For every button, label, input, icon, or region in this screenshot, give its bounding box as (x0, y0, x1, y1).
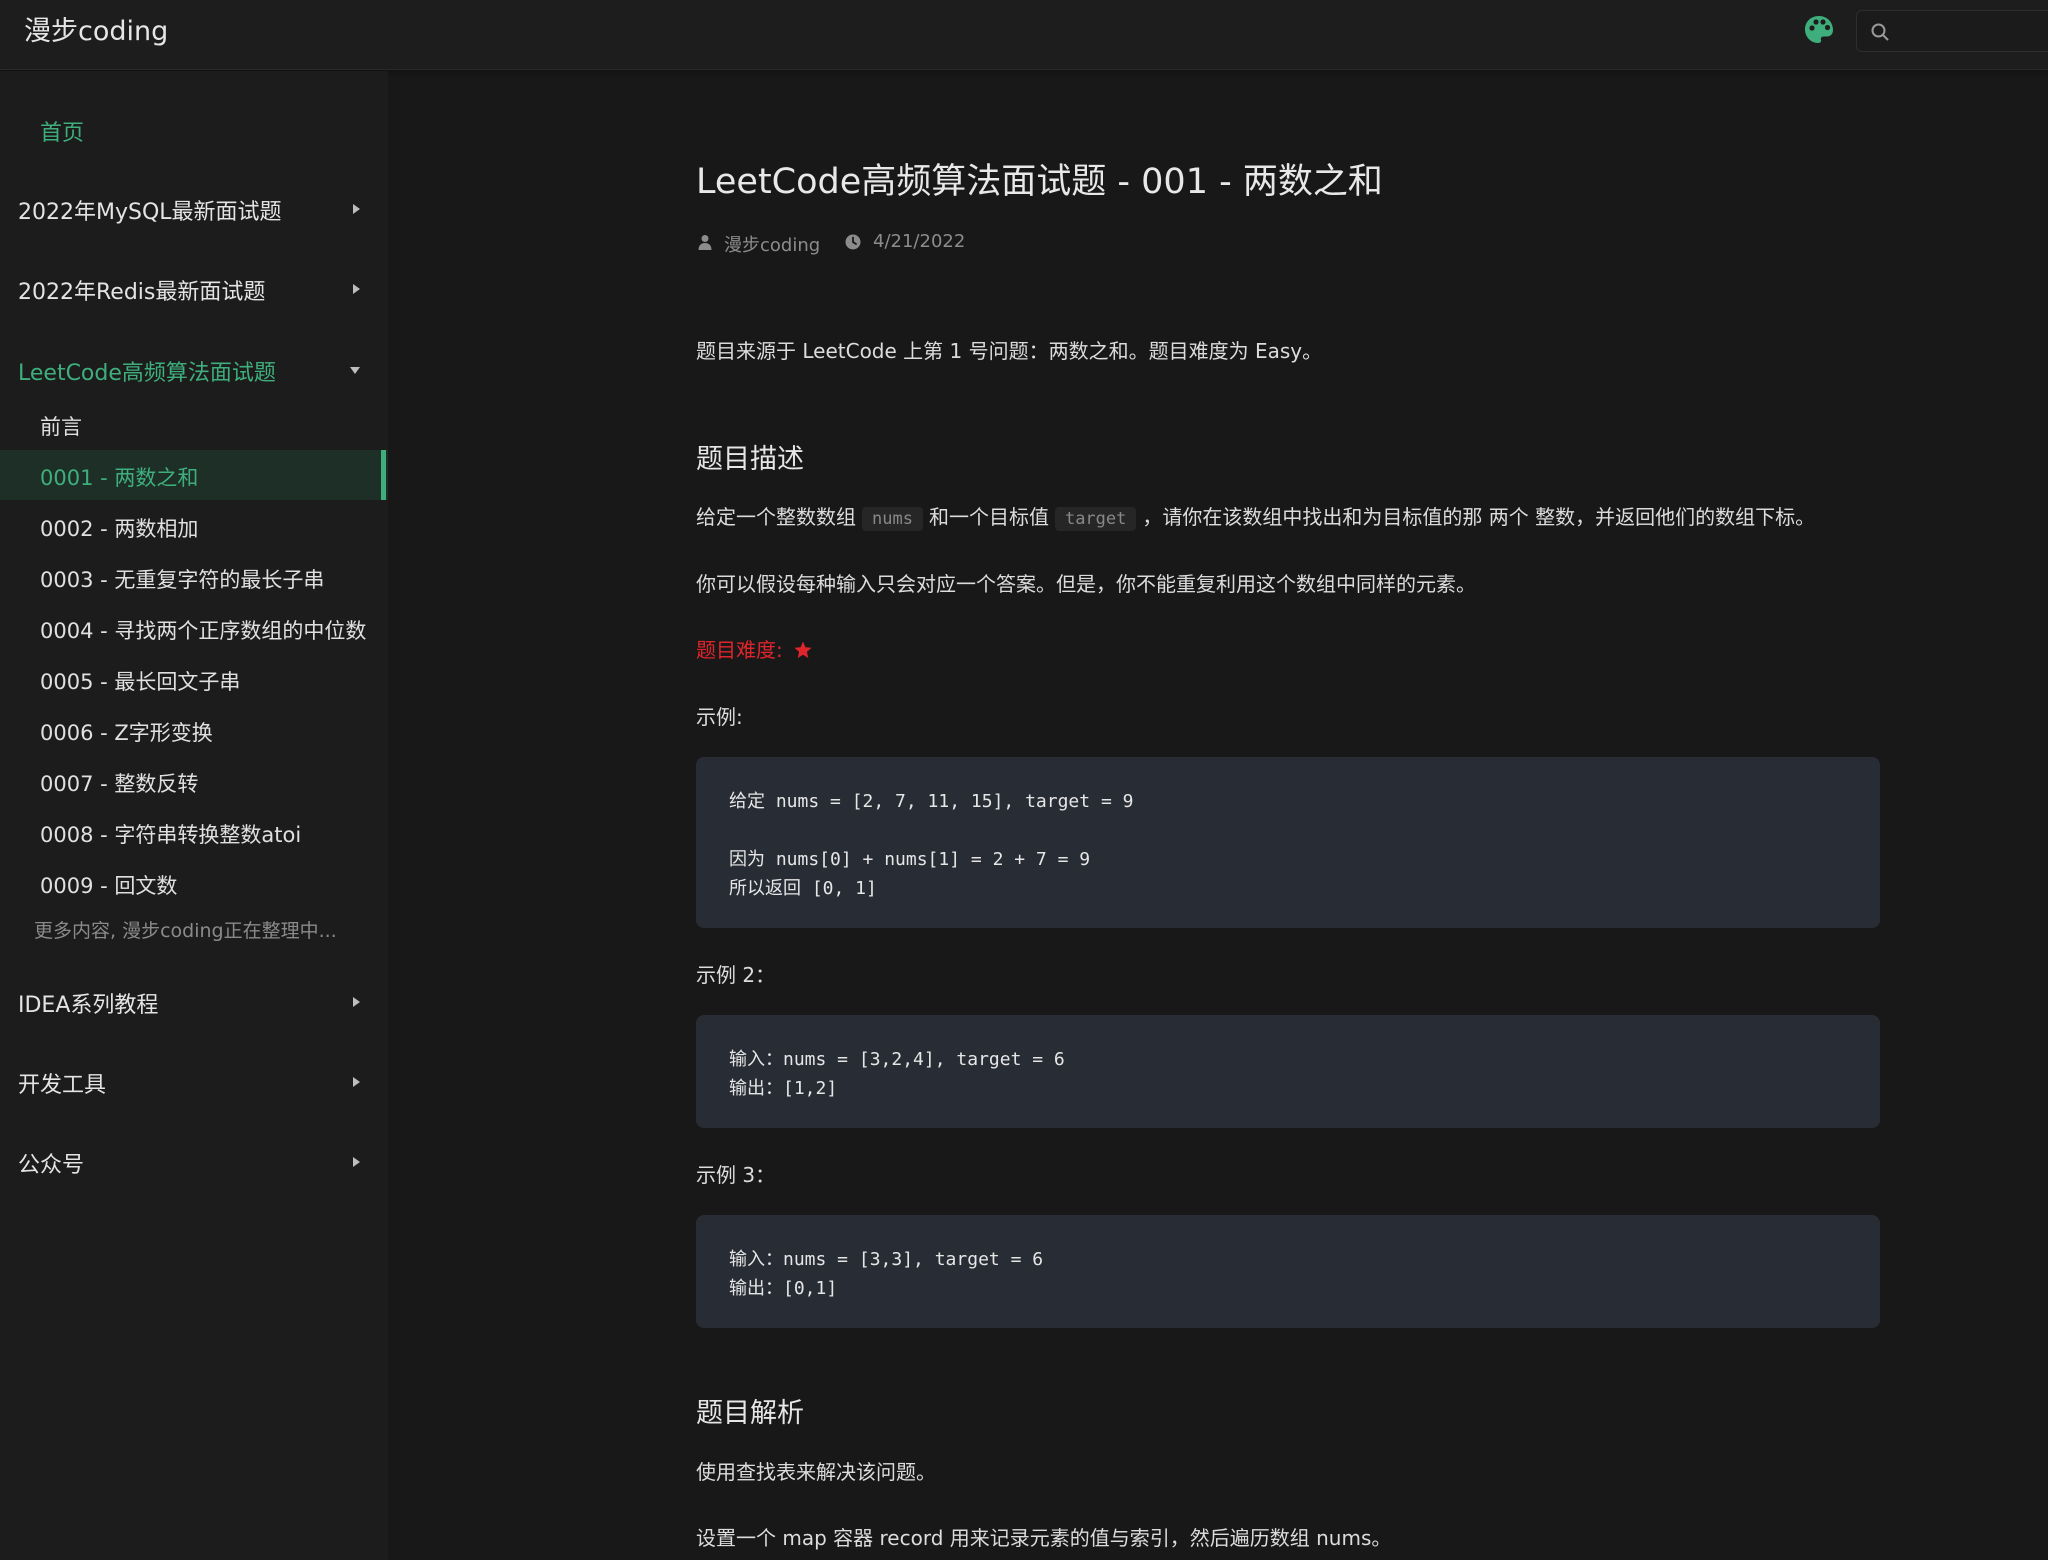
desc-text: 和一个目标值 (928, 505, 1049, 529)
inline-code: target (1054, 507, 1137, 531)
code-line: 输入：nums = [3,2,4], target = 6 (729, 1049, 1065, 1070)
chevron-down-icon (350, 367, 360, 374)
description-paragraph: 给定一个整数数组 nums 和一个目标值 target ，请你在该数组中找出和为目标值的… (696, 501, 1815, 531)
sidebar-item-0007[interactable]: 0007 - 整数反转 (0, 756, 388, 806)
chevron-right-icon (353, 997, 360, 1007)
star-icon (794, 641, 812, 658)
analysis-paragraph-2: 设置一个 map 容器 record 用来记录元素的值与索引，然后遍历数组 nu… (696, 1526, 1392, 1550)
sidebar-group-label: IDEA系列教程 (18, 993, 159, 1018)
top-navbar: 漫步coding (0, 0, 2048, 70)
code-block-example3: 输入：nums = [3,3], target = 6 输出：[0,1] (696, 1215, 1880, 1328)
inline-code: nums (862, 507, 923, 531)
sidebar-item-label: 0006 - Z字形变换 (40, 721, 213, 745)
sidebar-group-label: 2022年MySQL最新面试题 (18, 200, 282, 225)
sidebar-item-0008[interactable]: 0008 - 字符串转换整数atoi (0, 807, 388, 857)
example1-label: 示例: (696, 705, 743, 729)
example3-label: 示例 3： (696, 1163, 776, 1187)
search-input[interactable] (1897, 15, 2047, 47)
search-box[interactable] (1856, 10, 2048, 52)
description-paragraph-2: 你可以假设每种输入只会对应一个答案。但是，你不能重复利用这个数组中同样的元素。 (696, 572, 1476, 596)
sidebar-more-text: 更多内容, 漫步coding正在整理中... (34, 920, 337, 942)
sidebar-group-mysql[interactable]: 2022年MySQL最新面试题 (18, 188, 370, 228)
chevron-right-icon (353, 284, 360, 294)
sidebar-group-redis[interactable]: 2022年Redis最新面试题 (18, 268, 370, 308)
sidebar-item-0006[interactable]: 0006 - Z字形变换 (0, 705, 388, 755)
sidebar-group-label: 开发工具 (18, 1073, 107, 1098)
difficulty-line: 题目难度: (696, 634, 813, 663)
heading-analysis: 题目解析 (696, 1398, 804, 1429)
search-icon (1871, 23, 1889, 41)
desc-text: ，请你在该数组中找出和为目标值的那 两个 整数，并返回他们的数组下标。 (1142, 505, 1816, 529)
code-line: 因为 nums[0] + nums[1] = 2 + 7 = 9 (729, 849, 1091, 870)
code-block-example2: 输入：nums = [3,2,4], target = 6 输出：[1,2] (696, 1015, 1880, 1128)
sidebar-group-leetcode[interactable]: LeetCode高频算法面试题 (18, 349, 370, 389)
code-line: 输出：[1,2] (729, 1078, 838, 1099)
site-title[interactable]: 漫步coding (24, 13, 168, 51)
clock-icon (845, 234, 861, 250)
heading-description: 题目描述 (696, 444, 804, 475)
sidebar-item-label: 0001 - 两数之和 (40, 466, 199, 490)
sidebar-item-label: 0005 - 最长回文子串 (40, 670, 241, 694)
intro-paragraph: 题目来源于 LeetCode 上第 1 号问题：两数之和。题目难度为 Easy。 (696, 339, 1323, 363)
sidebar: 首页 2022年MySQL最新面试题 2022年Redis最新面试题 LeetC… (0, 71, 388, 1560)
code-line: 所以返回 [0, 1] (729, 878, 877, 899)
sidebar-item-0004[interactable]: 0004 - 寻找两个正序数组的中位数 (0, 603, 388, 653)
page-title: LeetCode高频算法面试题 - 001 - 两数之和 (696, 162, 1383, 202)
user-icon (698, 235, 712, 250)
chevron-right-icon (353, 1157, 360, 1167)
sidebar-group-wechat[interactable]: 公众号 (18, 1141, 370, 1181)
code-line: 输入：nums = [3,3], target = 6 (729, 1249, 1044, 1270)
sidebar-home-link[interactable]: 首页 (40, 115, 84, 147)
analysis-paragraph-1: 使用查找表来解决该问题。 (696, 1460, 936, 1484)
sidebar-item-0009[interactable]: 0009 - 回文数 (0, 858, 388, 908)
code-line: 输出：[0,1] (729, 1278, 838, 1299)
sidebar-item-0003[interactable]: 0003 - 无重复字符的最长子串 (0, 552, 388, 602)
code-line: 给定 nums = [2, 7, 11, 15], target = 9 (729, 791, 1134, 812)
sidebar-item-label: 0002 - 两数相加 (40, 517, 199, 541)
sidebar-item-label: 0003 - 无重复字符的最长子串 (40, 568, 325, 592)
sidebar-group-label: 2022年Redis最新面试题 (18, 280, 266, 305)
sidebar-item-label: 0009 - 回文数 (40, 874, 178, 898)
sidebar-group-label: 公众号 (18, 1153, 85, 1178)
sidebar-item-preface[interactable]: 前言 (0, 399, 388, 449)
sidebar-item-0002[interactable]: 0002 - 两数相加 (0, 501, 388, 551)
palette-icon[interactable] (1802, 13, 1836, 47)
sidebar-item-0001[interactable]: 0001 - 两数之和 (0, 450, 388, 500)
article-date: 4/21/2022 (873, 231, 966, 252)
code-block-example1: 给定 nums = [2, 7, 11, 15], target = 9 因为 … (696, 757, 1880, 928)
sidebar-group-label: LeetCode高频算法面试题 (18, 361, 276, 386)
chevron-right-icon (353, 1077, 360, 1087)
sidebar-item-label: 0008 - 字符串转换整数atoi (40, 823, 302, 847)
sidebar-item-label: 0007 - 整数反转 (40, 772, 199, 796)
chevron-right-icon (353, 204, 360, 214)
desc-text: 给定一个整数数组 (696, 505, 856, 529)
sidebar-group-devtools[interactable]: 开发工具 (18, 1061, 370, 1101)
sidebar-item-label: 前言 (40, 415, 82, 439)
sidebar-item-0005[interactable]: 0005 - 最长回文子串 (0, 654, 388, 704)
sidebar-group-idea[interactable]: IDEA系列教程 (18, 981, 370, 1021)
sidebar-item-label: 0004 - 寻找两个正序数组的中位数 (40, 619, 367, 643)
article-author[interactable]: 漫步coding (724, 231, 820, 257)
difficulty-label: 题目难度: (696, 638, 790, 662)
example2-label: 示例 2： (696, 963, 776, 987)
